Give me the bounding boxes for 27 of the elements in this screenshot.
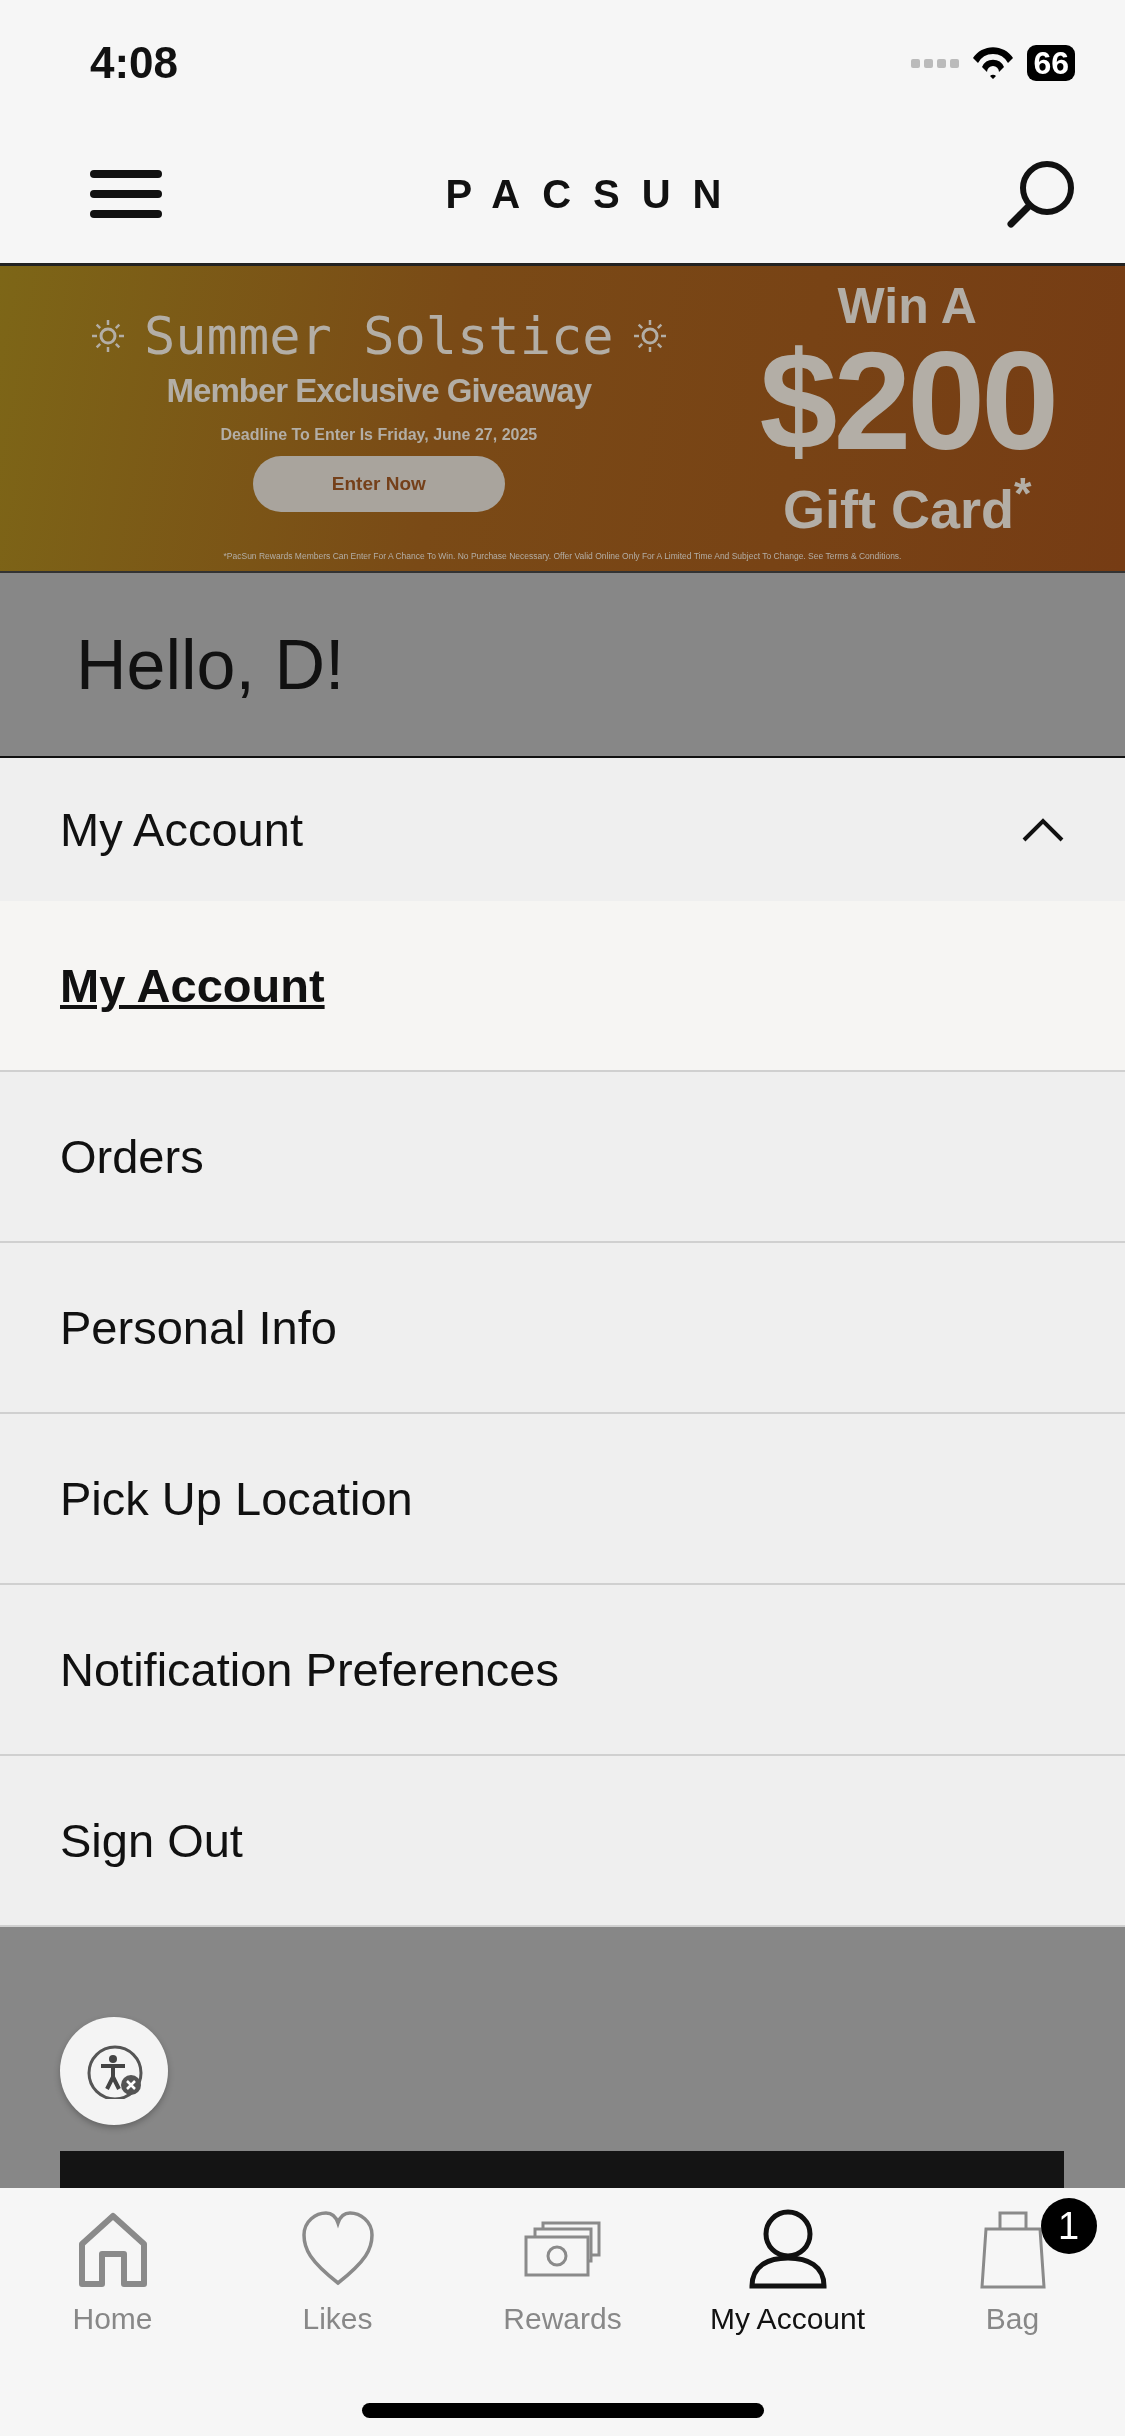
menu-item[interactable]: Notification Preferences [0,1585,1125,1756]
logo: PACSUN [445,171,744,217]
prize-text: Win A [837,281,977,331]
fine-print: *PacSun Rewards Members Can Enter For A Chance To Win. No Purchase Necessary. Offer Valid Online Only For A Limited Time And Subject To Change. See Terms & Conditions. [222,551,903,563]
tab-item[interactable]: Bag 1 [900,2188,1125,2436]
accessibility-icon [85,2043,143,2099]
prize-amount: $200 [759,331,1055,471]
banner-subtitle: Member Exclusive Giveaway [166,371,591,410]
accordion-header[interactable]: My Account [0,758,1125,901]
deadline-text: Deadline To Enter Is Friday, June 27, 2025 [220,425,538,444]
wifi-icon [971,44,1016,81]
count-badge: 1 [1040,2198,1097,2254]
sun-icon [631,317,668,354]
banner-title: Summer Solstice [144,305,614,366]
status-time: 4:08 [90,37,179,88]
menu-item[interactable]: Sign Out [0,1756,1125,1927]
menu-item[interactable]: Personal Info [0,1243,1125,1414]
sun-icon [90,317,126,354]
tab-item[interactable]: My Account [675,2188,900,2436]
greeting: Hello, D! [76,624,345,705]
search-icon[interactable] [1005,160,1075,228]
menu-item[interactable]: Pick Up Location [0,1414,1125,1585]
menu-item[interactable]: Orders [0,1072,1125,1243]
menu-icon[interactable] [90,170,162,218]
battery-icon: 66 [1027,44,1075,81]
promo-banner[interactable] [0,266,1125,573]
prize-text: Gift Card$^{*}$ [783,471,1032,536]
